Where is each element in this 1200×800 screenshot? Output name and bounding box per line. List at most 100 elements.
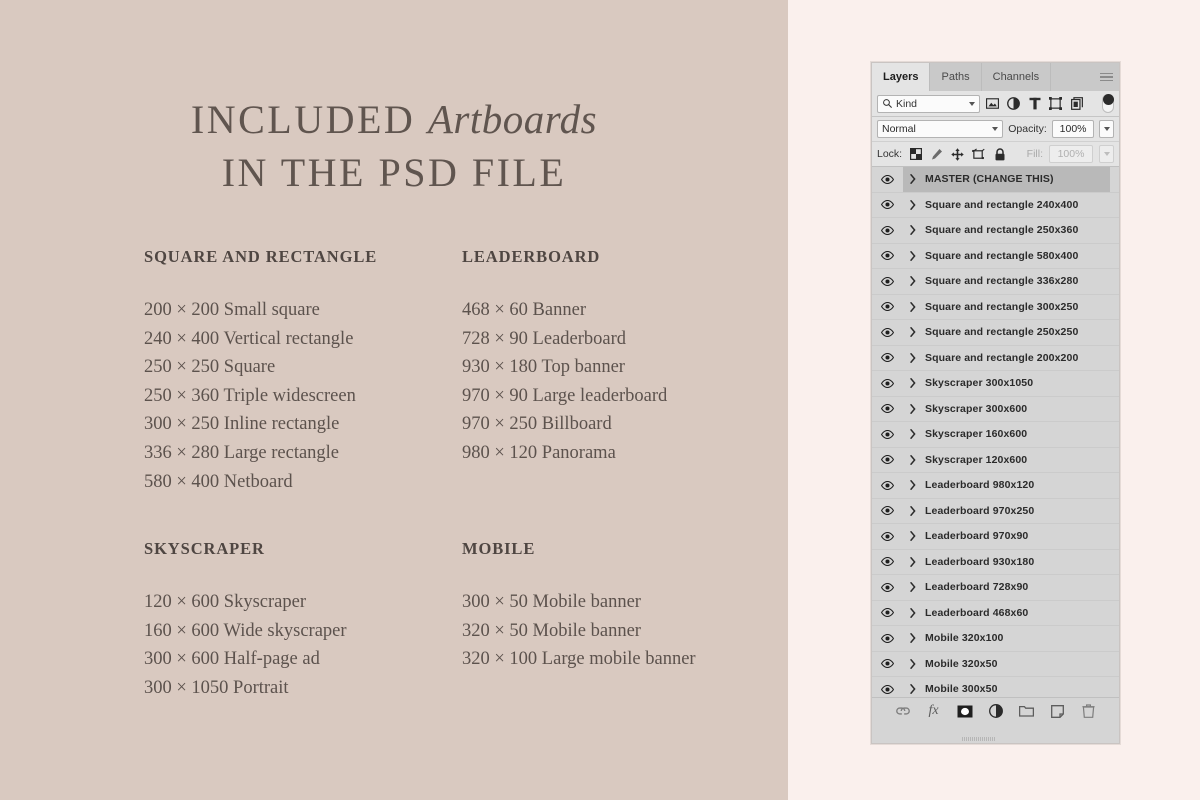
opacity-input[interactable]: 100% xyxy=(1052,120,1095,138)
layer-visibility-eye-icon[interactable] xyxy=(872,371,903,396)
layer-visibility-eye-icon[interactable] xyxy=(872,295,903,320)
expand-group-chevron-icon[interactable] xyxy=(905,506,921,516)
new-layer-icon[interactable] xyxy=(1049,702,1067,720)
layer-row-body[interactable]: Leaderboard 930x180 xyxy=(903,550,1110,575)
expand-group-chevron-icon[interactable] xyxy=(905,174,921,184)
layer-row[interactable]: MASTER (CHANGE THIS) xyxy=(872,167,1119,193)
expand-group-chevron-icon[interactable] xyxy=(905,455,921,465)
layer-visibility-eye-icon[interactable] xyxy=(872,499,903,524)
expand-group-chevron-icon[interactable] xyxy=(905,480,921,490)
layer-row[interactable]: Mobile 300x50 xyxy=(872,677,1119,697)
layer-row[interactable]: Leaderboard 930x180 xyxy=(872,550,1119,576)
lock-transparent-pixels-icon[interactable] xyxy=(908,147,923,162)
layer-row-body[interactable]: Square and rectangle 580x400 xyxy=(903,244,1110,269)
expand-group-chevron-icon[interactable] xyxy=(905,684,921,694)
layer-row-body[interactable]: Skyscraper 300x1050 xyxy=(903,371,1110,396)
layer-visibility-eye-icon[interactable] xyxy=(872,652,903,677)
layer-row[interactable]: Mobile 320x100 xyxy=(872,626,1119,652)
layer-visibility-eye-icon[interactable] xyxy=(872,167,903,192)
lock-image-pixels-icon[interactable] xyxy=(929,147,944,162)
layer-row-body[interactable]: Square and rectangle 300x250 xyxy=(903,295,1110,320)
new-adjustment-layer-icon[interactable] xyxy=(987,702,1005,720)
expand-group-chevron-icon[interactable] xyxy=(905,200,921,210)
layer-row-body[interactable]: Square and rectangle 240x400 xyxy=(903,193,1110,218)
layer-row[interactable]: Square and rectangle 300x250 xyxy=(872,295,1119,321)
layer-visibility-eye-icon[interactable] xyxy=(872,422,903,447)
layer-row[interactable]: Leaderboard 970x90 xyxy=(872,524,1119,550)
expand-group-chevron-icon[interactable] xyxy=(905,557,921,567)
layer-visibility-eye-icon[interactable] xyxy=(872,397,903,422)
layer-row[interactable]: Square and rectangle 200x200 xyxy=(872,346,1119,372)
layer-visibility-eye-icon[interactable] xyxy=(872,601,903,626)
expand-group-chevron-icon[interactable] xyxy=(905,429,921,439)
layer-visibility-eye-icon[interactable] xyxy=(872,524,903,549)
layer-row-body[interactable]: Square and rectangle 250x250 xyxy=(903,320,1110,345)
expand-group-chevron-icon[interactable] xyxy=(905,251,921,261)
fill-input[interactable]: 100% xyxy=(1049,145,1093,163)
layer-row[interactable]: Leaderboard 468x60 xyxy=(872,601,1119,627)
layer-row[interactable]: Square and rectangle 250x250 xyxy=(872,320,1119,346)
layer-row[interactable]: Square and rectangle 240x400 xyxy=(872,193,1119,219)
expand-group-chevron-icon[interactable] xyxy=(905,582,921,592)
layer-row-body[interactable]: Leaderboard 728x90 xyxy=(903,575,1110,600)
link-layers-icon[interactable] xyxy=(894,702,912,720)
layer-visibility-eye-icon[interactable] xyxy=(872,677,903,697)
expand-group-chevron-icon[interactable] xyxy=(905,608,921,618)
layer-row-body[interactable]: Skyscraper 120x600 xyxy=(903,448,1110,473)
layer-visibility-eye-icon[interactable] xyxy=(872,244,903,269)
layer-visibility-eye-icon[interactable] xyxy=(872,575,903,600)
layer-row-body[interactable]: Square and rectangle 336x280 xyxy=(903,269,1110,294)
tab-paths[interactable]: Paths xyxy=(930,63,981,91)
expand-group-chevron-icon[interactable] xyxy=(905,633,921,643)
lock-position-icon[interactable] xyxy=(950,147,965,162)
layer-row-body[interactable]: Mobile 320x50 xyxy=(903,652,1110,677)
layer-row-body[interactable]: MASTER (CHANGE THIS) xyxy=(903,167,1110,192)
layer-visibility-eye-icon[interactable] xyxy=(872,550,903,575)
opacity-slider-toggle[interactable] xyxy=(1099,120,1114,138)
layer-row-body[interactable]: Leaderboard 970x90 xyxy=(903,524,1110,549)
layer-row-body[interactable]: Leaderboard 468x60 xyxy=(903,601,1110,626)
filter-enable-toggle[interactable] xyxy=(1102,94,1114,113)
expand-group-chevron-icon[interactable] xyxy=(905,378,921,388)
fill-slider-toggle[interactable] xyxy=(1099,145,1114,163)
lock-all-icon[interactable] xyxy=(992,147,1007,162)
layer-list[interactable]: MASTER (CHANGE THIS)Square and rectangle… xyxy=(872,167,1119,697)
layer-row-body[interactable]: Leaderboard 970x250 xyxy=(903,499,1110,524)
layer-row[interactable]: Leaderboard 970x250 xyxy=(872,499,1119,525)
expand-group-chevron-icon[interactable] xyxy=(905,531,921,541)
layer-row[interactable]: Skyscraper 120x600 xyxy=(872,448,1119,474)
layer-row-body[interactable]: Skyscraper 300x600 xyxy=(903,397,1110,422)
smart-object-filter-icon[interactable] xyxy=(1068,95,1085,112)
expand-group-chevron-icon[interactable] xyxy=(905,302,921,312)
layer-row[interactable]: Skyscraper 300x1050 xyxy=(872,371,1119,397)
expand-group-chevron-icon[interactable] xyxy=(905,327,921,337)
pixel-layer-filter-icon[interactable] xyxy=(984,95,1001,112)
new-group-icon[interactable] xyxy=(1018,702,1036,720)
layer-visibility-eye-icon[interactable] xyxy=(872,448,903,473)
layer-visibility-eye-icon[interactable] xyxy=(872,626,903,651)
tab-layers[interactable]: Layers xyxy=(872,63,930,91)
layer-row-body[interactable]: Mobile 320x100 xyxy=(903,626,1110,651)
layer-row[interactable]: Leaderboard 980x120 xyxy=(872,473,1119,499)
layer-row[interactable]: Square and rectangle 250x360 xyxy=(872,218,1119,244)
horizontal-scrollbar[interactable] xyxy=(962,737,996,741)
layer-visibility-eye-icon[interactable] xyxy=(872,193,903,218)
layer-row-body[interactable]: Skyscraper 160x600 xyxy=(903,422,1110,447)
add-layer-mask-icon[interactable] xyxy=(956,702,974,720)
type-layer-filter-icon[interactable] xyxy=(1026,95,1043,112)
expand-group-chevron-icon[interactable] xyxy=(905,659,921,669)
lock-artboard-nesting-icon[interactable] xyxy=(971,147,986,162)
layer-visibility-eye-icon[interactable] xyxy=(872,269,903,294)
layer-styles-fx-icon[interactable]: fx xyxy=(925,702,943,720)
filter-kind-select[interactable]: Kind xyxy=(877,95,980,113)
layer-row[interactable]: Skyscraper 300x600 xyxy=(872,397,1119,423)
delete-layer-icon[interactable] xyxy=(1080,702,1098,720)
panel-menu-icon[interactable] xyxy=(1093,63,1119,91)
layer-row[interactable]: Leaderboard 728x90 xyxy=(872,575,1119,601)
layer-visibility-eye-icon[interactable] xyxy=(872,320,903,345)
layer-row[interactable]: Square and rectangle 336x280 xyxy=(872,269,1119,295)
expand-group-chevron-icon[interactable] xyxy=(905,225,921,235)
layer-row-body[interactable]: Square and rectangle 200x200 xyxy=(903,346,1110,371)
expand-group-chevron-icon[interactable] xyxy=(905,353,921,363)
layer-row-body[interactable]: Leaderboard 980x120 xyxy=(903,473,1110,498)
